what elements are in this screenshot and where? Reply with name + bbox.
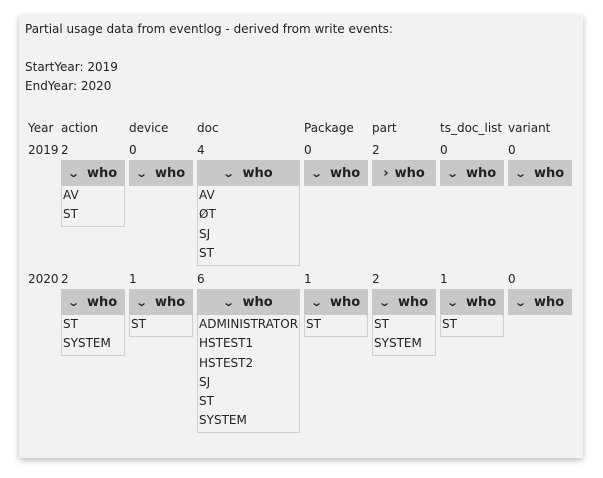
chevron-down-icon: ⌄ bbox=[222, 295, 236, 309]
chevron-down-icon: ⌄ bbox=[445, 295, 459, 309]
count-doc-2019: 4 bbox=[197, 143, 205, 157]
list-item: AV bbox=[199, 188, 215, 202]
who-toggle-part-2020[interactable]: ⌄ who bbox=[372, 289, 436, 315]
header-year: Year bbox=[28, 121, 54, 135]
who-toggle-ts-doc-list-2020[interactable]: ⌄ who bbox=[440, 289, 504, 315]
count-device-2020: 1 bbox=[129, 272, 137, 286]
intro-text: Partial usage data from eventlog - deriv… bbox=[25, 22, 393, 36]
header-device: device bbox=[129, 121, 169, 135]
count-variant-2020: 0 bbox=[508, 272, 516, 286]
chevron-down-icon: ⌄ bbox=[222, 166, 236, 180]
list-item: HSTEST1 bbox=[199, 336, 254, 351]
chevron-down-icon: ⌄ bbox=[513, 166, 527, 180]
year-2019: 2019 bbox=[28, 143, 59, 157]
count-part-2020: 2 bbox=[372, 272, 380, 286]
end-year-text: EndYear: 2020 bbox=[25, 79, 112, 93]
chevron-down-icon: ⌄ bbox=[134, 295, 148, 309]
chevron-down-icon: ⌄ bbox=[66, 295, 80, 309]
list-item: SJ bbox=[199, 226, 211, 241]
who-list-ts-doc-list-2020: ST bbox=[440, 315, 504, 337]
chevron-down-icon: ⌄ bbox=[66, 166, 80, 180]
who-toggle-package-2020[interactable]: ⌄ who bbox=[304, 289, 368, 315]
list-item: SYSTEM bbox=[199, 413, 247, 428]
who-toggle-action-2020[interactable]: ⌄ who bbox=[61, 289, 125, 315]
who-list-action-2019: AV ST bbox=[61, 186, 125, 227]
chevron-down-icon: ⌄ bbox=[134, 166, 148, 180]
header-part: part bbox=[372, 121, 397, 135]
count-variant-2019: 0 bbox=[508, 143, 516, 157]
who-toggle-device-2020[interactable]: ⌄ who bbox=[129, 289, 193, 315]
who-toggle-variant-2019[interactable]: ⌄ who bbox=[508, 160, 572, 186]
chevron-down-icon: ⌄ bbox=[377, 295, 391, 309]
header-action: action bbox=[61, 121, 98, 135]
count-package-2020: 1 bbox=[304, 272, 312, 286]
header-ts-doc-list: ts_doc_list bbox=[440, 121, 503, 135]
who-toggle-variant-2020[interactable]: ⌄ who bbox=[508, 289, 572, 315]
chevron-down-icon: ⌄ bbox=[309, 166, 323, 180]
chevron-down-icon: ⌄ bbox=[513, 295, 527, 309]
year-2020: 2020 bbox=[28, 272, 59, 286]
chevron-down-icon: ⌄ bbox=[309, 295, 323, 309]
count-device-2019: 0 bbox=[129, 143, 137, 157]
list-item: ST bbox=[63, 317, 78, 331]
who-toggle-action-2019[interactable]: ⌄ who bbox=[61, 160, 125, 186]
list-item: ADMINISTRATOR bbox=[199, 317, 299, 331]
header-doc: doc bbox=[197, 121, 219, 135]
count-package-2019: 0 bbox=[304, 143, 312, 157]
list-item: HSTEST2 bbox=[199, 355, 254, 370]
count-ts-doc-list-2020: 1 bbox=[440, 272, 448, 286]
list-item: ST bbox=[199, 394, 214, 409]
who-list-doc-2019: AV ØT SJ ST bbox=[197, 186, 300, 266]
count-ts-doc-list-2019: 0 bbox=[440, 143, 448, 157]
list-item: ST bbox=[374, 317, 389, 331]
who-toggle-doc-2019[interactable]: ⌄ who bbox=[197, 160, 300, 186]
list-item: ST bbox=[442, 317, 457, 331]
list-item: ST bbox=[199, 245, 214, 260]
who-toggle-doc-2020[interactable]: ⌄ who bbox=[197, 289, 300, 315]
start-year-text: StartYear: 2019 bbox=[25, 60, 118, 74]
list-item: ST bbox=[306, 317, 321, 331]
who-list-doc-2020: ADMINISTRATOR HSTEST1 HSTEST2 SJ ST SYST… bbox=[197, 315, 300, 433]
count-action-2019: 2 bbox=[61, 143, 69, 157]
who-list-part-2020: ST SYSTEM bbox=[372, 315, 436, 356]
header-package: Package bbox=[304, 121, 354, 135]
count-part-2019: 2 bbox=[372, 143, 380, 157]
list-item: ØT bbox=[199, 207, 216, 222]
who-toggle-device-2019[interactable]: ⌄ who bbox=[129, 160, 193, 186]
who-toggle-ts-doc-list-2019[interactable]: ⌄ who bbox=[440, 160, 504, 186]
who-list-device-2020: ST bbox=[129, 315, 193, 337]
who-toggle-part-2019[interactable]: › who bbox=[372, 160, 436, 186]
who-list-package-2020: ST bbox=[304, 315, 368, 337]
list-item: ST bbox=[63, 207, 78, 222]
count-doc-2020: 6 bbox=[197, 272, 205, 286]
list-item: SYSTEM bbox=[374, 336, 422, 351]
list-item: AV bbox=[63, 188, 79, 202]
count-action-2020: 2 bbox=[61, 272, 69, 286]
who-list-action-2020: ST SYSTEM bbox=[61, 315, 125, 356]
chevron-down-icon: ⌄ bbox=[445, 166, 459, 180]
who-toggle-package-2019[interactable]: ⌄ who bbox=[304, 160, 368, 186]
list-item: SYSTEM bbox=[63, 336, 111, 351]
list-item: SJ bbox=[199, 374, 211, 389]
usage-panel: Partial usage data from eventlog - deriv… bbox=[19, 15, 583, 458]
list-item: ST bbox=[131, 317, 146, 331]
header-variant: variant bbox=[508, 121, 551, 135]
chevron-right-icon: › bbox=[383, 165, 389, 181]
